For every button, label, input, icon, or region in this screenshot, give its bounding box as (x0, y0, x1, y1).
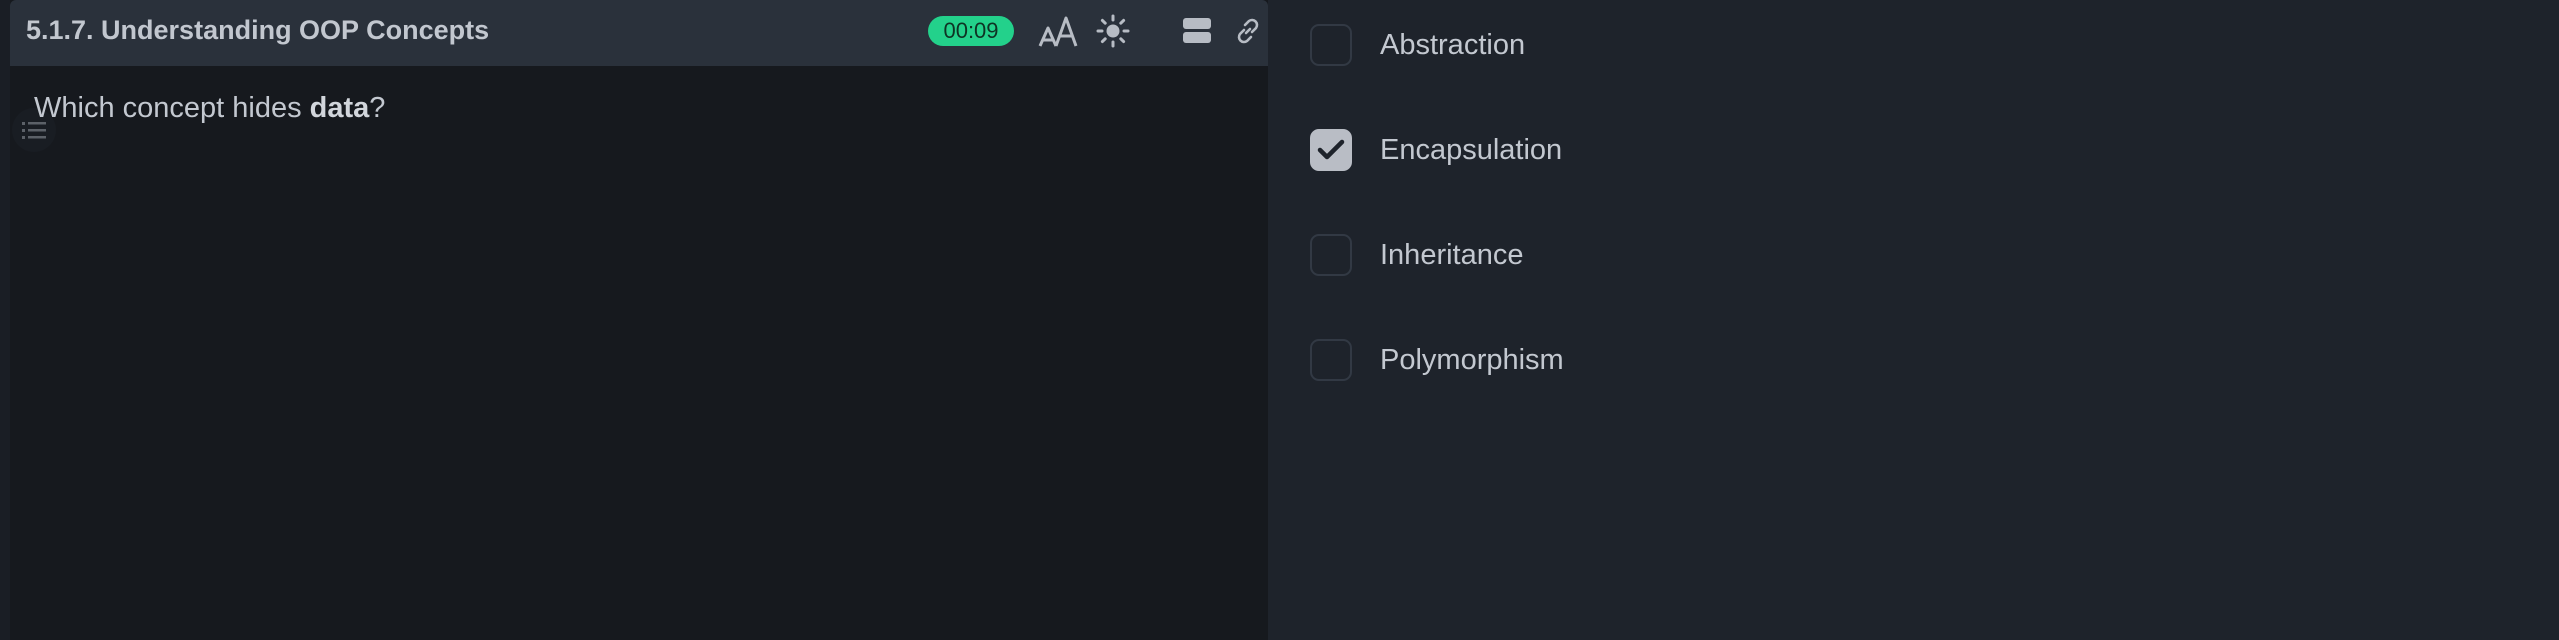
option-label: Polymorphism (1380, 343, 1564, 376)
question-text: Which concept hides data? (34, 92, 385, 125)
option-label: Encapsulation (1380, 133, 1563, 166)
checkbox-polymorphism[interactable] (1310, 339, 1352, 381)
layout-icon[interactable] (1178, 12, 1216, 50)
checkbox-encapsulation[interactable] (1310, 129, 1352, 171)
question-suffix: ? (369, 92, 386, 124)
option-inheritance[interactable]: Inheritance (1310, 230, 1524, 280)
option-encapsulation[interactable]: Encapsulation (1310, 125, 1562, 175)
question-emphasis: data (309, 92, 370, 124)
font-size-icon[interactable] (1038, 12, 1078, 50)
checkbox-inheritance[interactable] (1310, 234, 1352, 276)
option-label: Inheritance (1380, 238, 1524, 271)
check-icon (1317, 139, 1345, 160)
question-prefix: Which concept hides (34, 92, 310, 124)
option-polymorphism[interactable]: Polymorphism (1310, 335, 1564, 385)
question-header: 5.1.7. Understanding OOP Concepts 00:09 (10, 0, 1268, 66)
timer-badge: 00:09 (928, 16, 1014, 46)
question-panel: 5.1.7. Understanding OOP Concepts 00:09 (10, 0, 1268, 640)
option-abstraction[interactable]: Abstraction (1310, 20, 1525, 70)
answer-panel: Abstraction Encapsulation Inheritance Po… (1268, 0, 2559, 640)
theme-icon[interactable] (1094, 12, 1132, 50)
quiz-app: 5.1.7. Understanding OOP Concepts 00:09 (0, 0, 2559, 640)
left-edge-strip (0, 0, 10, 640)
link-icon[interactable] (1230, 12, 1266, 50)
page-title: 5.1.7. Understanding OOP Concepts (26, 15, 490, 45)
option-label: Abstraction (1380, 28, 1526, 61)
checkbox-abstraction[interactable] (1310, 24, 1352, 66)
